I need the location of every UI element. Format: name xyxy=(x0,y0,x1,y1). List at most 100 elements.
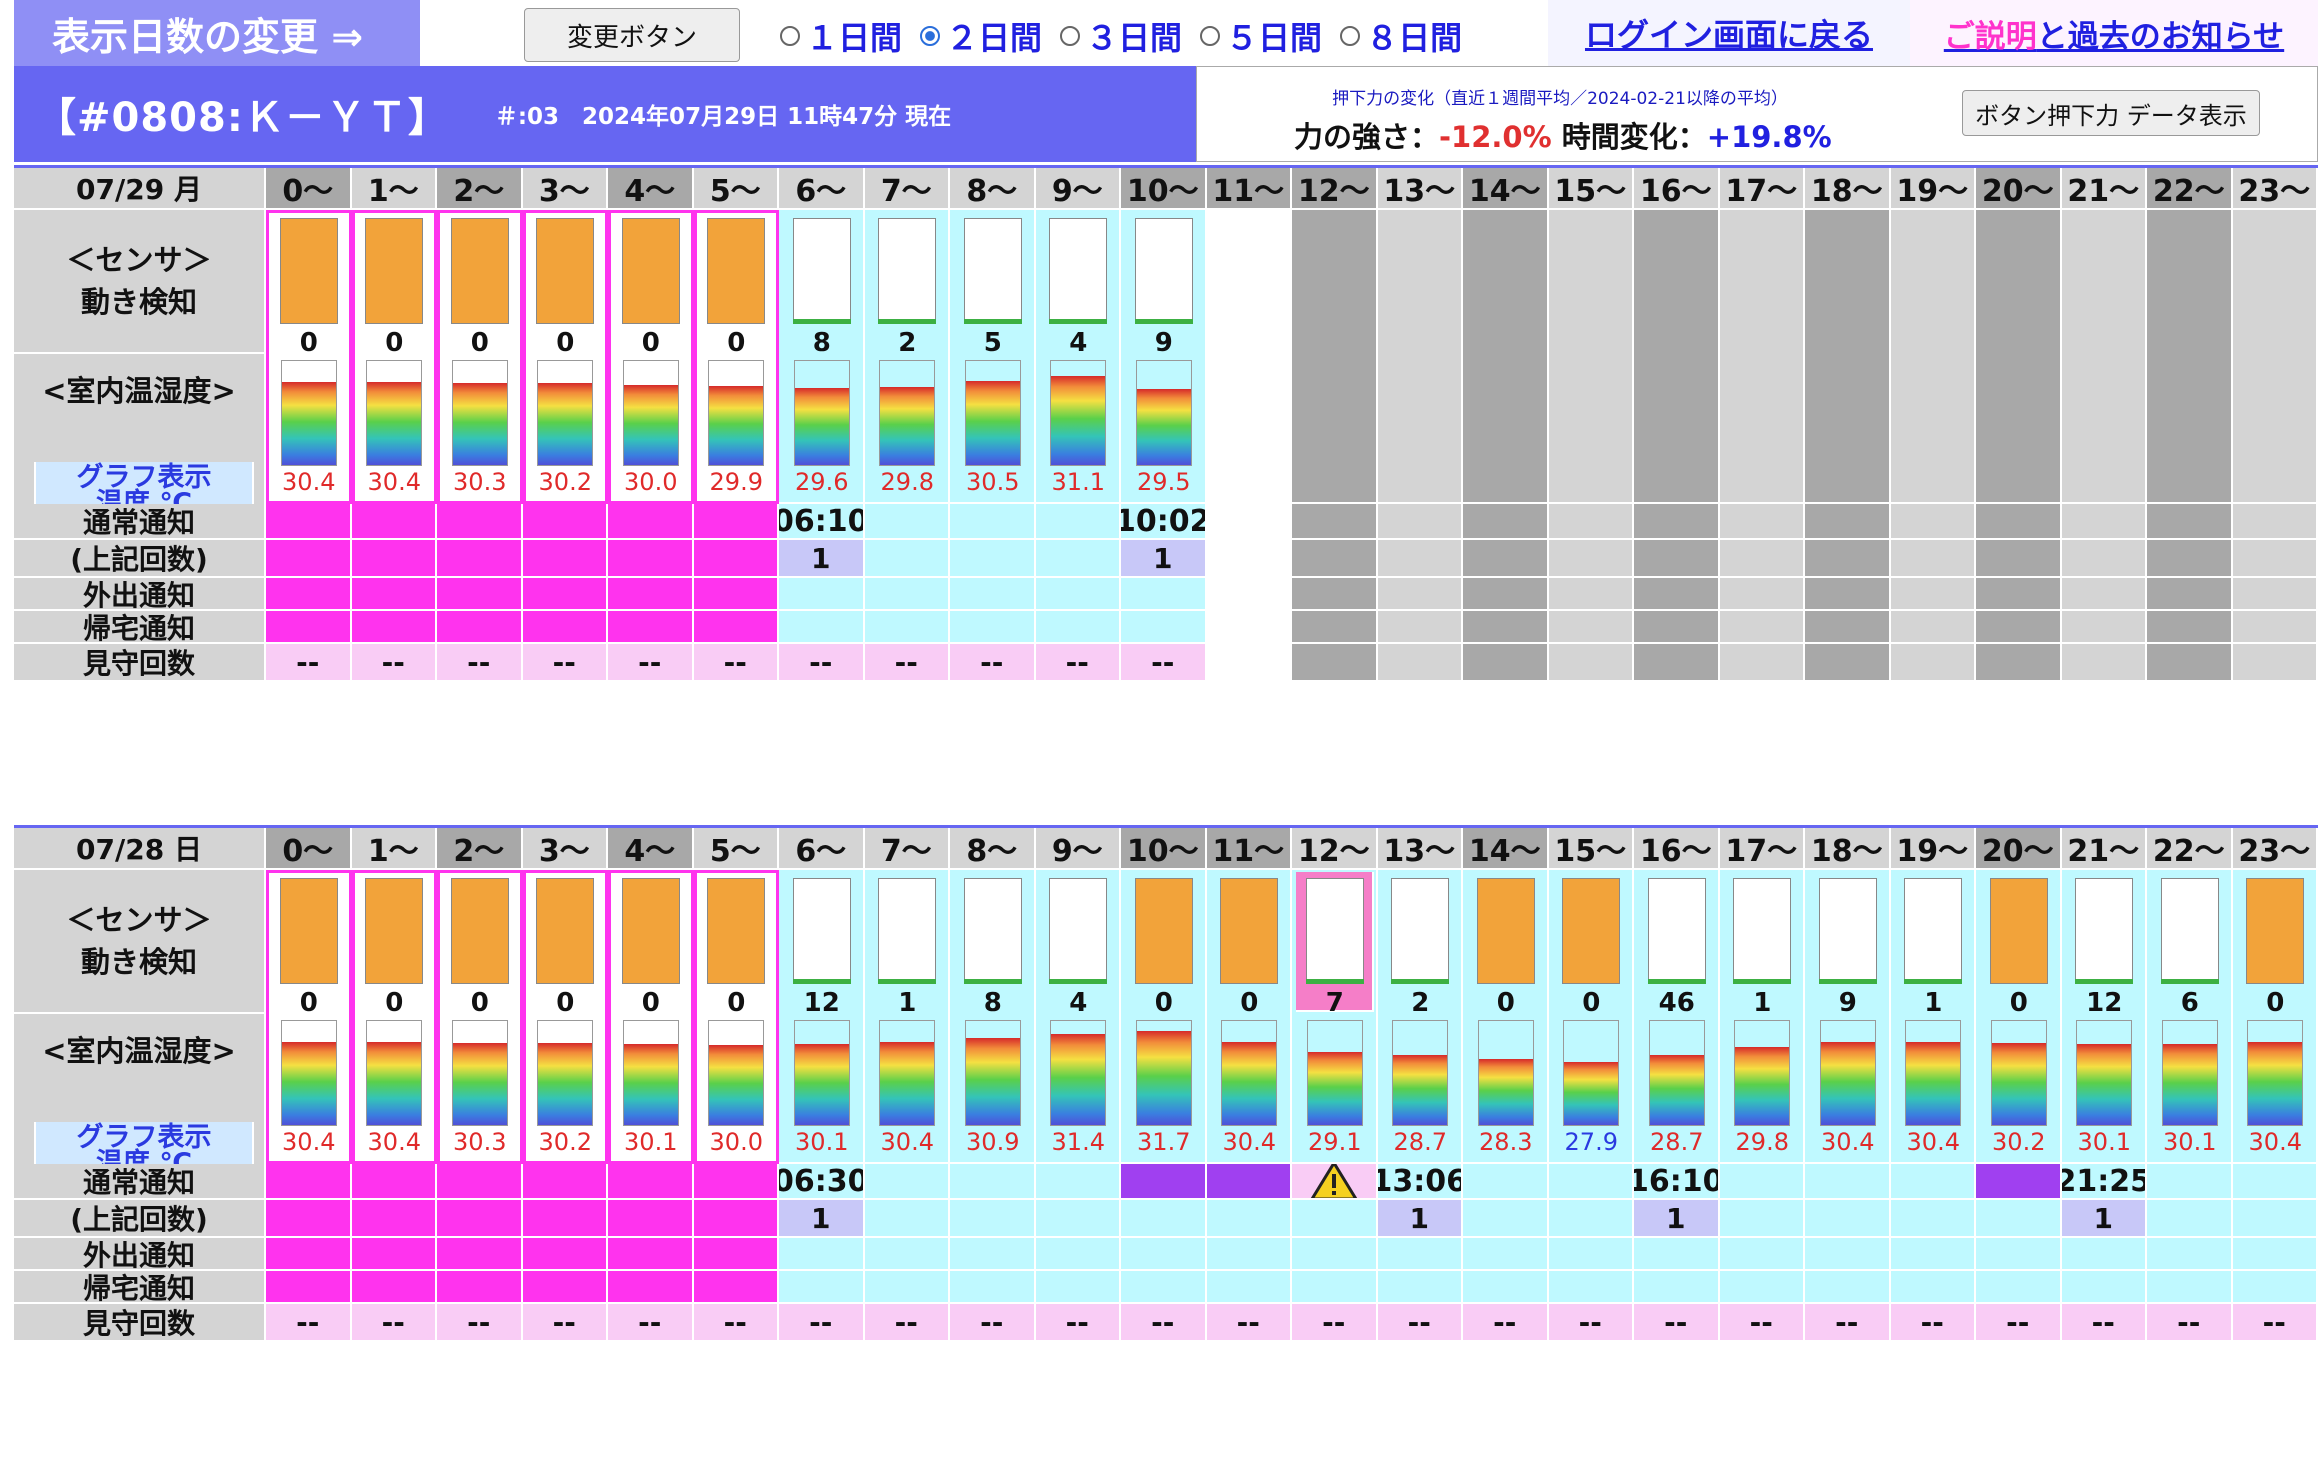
out-cell[interactable] xyxy=(2232,578,2318,611)
home-cell[interactable] xyxy=(2232,1271,2318,1304)
home-cell[interactable] xyxy=(1463,611,1549,644)
out-cell[interactable] xyxy=(1805,578,1891,611)
count-cell[interactable] xyxy=(437,1200,523,1238)
count-cell[interactable] xyxy=(1292,540,1378,578)
normal-cell[interactable] xyxy=(1206,1164,1292,1200)
out-cell[interactable] xyxy=(1377,578,1463,611)
out-cell[interactable] xyxy=(950,578,1036,611)
out-cell[interactable] xyxy=(2061,1238,2147,1271)
out-cell[interactable] xyxy=(608,1238,694,1271)
out-cell[interactable] xyxy=(1463,578,1549,611)
days-option-1[interactable]: １日間 xyxy=(776,13,902,59)
out-cell[interactable] xyxy=(351,1238,437,1271)
normal-cell[interactable] xyxy=(351,1164,437,1200)
change-button[interactable]: 変更ボタン xyxy=(524,8,740,62)
normal-cell[interactable] xyxy=(693,1164,779,1200)
radio-button[interactable] xyxy=(1340,26,1361,46)
out-cell[interactable] xyxy=(1890,578,1976,611)
home-cell[interactable] xyxy=(1634,1271,1720,1304)
count-cell[interactable] xyxy=(1206,540,1292,578)
normal-cell[interactable] xyxy=(1292,504,1378,540)
out-cell[interactable] xyxy=(2147,1238,2233,1271)
count-cell[interactable] xyxy=(1719,1200,1805,1238)
count-cell[interactable] xyxy=(608,540,694,578)
home-cell[interactable] xyxy=(1206,1271,1292,1304)
normal-cell[interactable]: 06:30 xyxy=(779,1164,865,1200)
count-cell[interactable] xyxy=(864,1200,950,1238)
count-cell[interactable] xyxy=(1719,540,1805,578)
out-cell[interactable] xyxy=(1805,1238,1891,1271)
count-cell[interactable] xyxy=(1634,540,1720,578)
normal-cell[interactable] xyxy=(1548,504,1634,540)
out-cell[interactable] xyxy=(1377,1238,1463,1271)
home-cell[interactable] xyxy=(1121,1271,1207,1304)
normal-cell[interactable] xyxy=(864,504,950,540)
out-cell[interactable] xyxy=(1976,1238,2062,1271)
normal-cell[interactable] xyxy=(1463,504,1549,540)
count-cell[interactable] xyxy=(522,1200,608,1238)
out-cell[interactable] xyxy=(864,1238,950,1271)
out-cell[interactable] xyxy=(1292,1238,1378,1271)
count-cell[interactable] xyxy=(1035,1200,1121,1238)
count-cell[interactable] xyxy=(1463,540,1549,578)
radio-button[interactable] xyxy=(920,26,941,46)
out-cell[interactable] xyxy=(2061,578,2147,611)
home-cell[interactable] xyxy=(351,1271,437,1304)
normal-cell[interactable] xyxy=(1890,1164,1976,1200)
normal-cell[interactable]: 21:25 xyxy=(2061,1164,2147,1200)
home-cell[interactable] xyxy=(437,611,523,644)
home-cell[interactable] xyxy=(2232,611,2318,644)
out-cell[interactable] xyxy=(1121,578,1207,611)
count-cell[interactable] xyxy=(1206,1200,1292,1238)
out-cell[interactable] xyxy=(1206,578,1292,611)
home-cell[interactable] xyxy=(266,1271,352,1304)
home-cell[interactable] xyxy=(1463,1271,1549,1304)
out-cell[interactable] xyxy=(1719,578,1805,611)
normal-cell[interactable] xyxy=(1805,504,1891,540)
count-cell[interactable] xyxy=(1377,540,1463,578)
out-cell[interactable] xyxy=(1035,578,1121,611)
normal-cell[interactable] xyxy=(522,504,608,540)
normal-cell[interactable]: 13:06 xyxy=(1377,1164,1463,1200)
normal-cell[interactable] xyxy=(1035,504,1121,540)
count-cell[interactable]: 1 xyxy=(2061,1200,2147,1238)
normal-cell[interactable] xyxy=(1121,1164,1207,1200)
count-cell[interactable] xyxy=(351,540,437,578)
normal-cell[interactable] xyxy=(1035,1164,1121,1200)
count-cell[interactable] xyxy=(1548,540,1634,578)
home-cell[interactable] xyxy=(266,611,352,644)
count-cell[interactable] xyxy=(608,1200,694,1238)
home-cell[interactable] xyxy=(950,611,1036,644)
out-cell[interactable] xyxy=(693,578,779,611)
count-cell[interactable] xyxy=(950,540,1036,578)
count-cell[interactable] xyxy=(950,1200,1036,1238)
count-cell[interactable] xyxy=(1805,1200,1891,1238)
out-cell[interactable] xyxy=(351,578,437,611)
out-cell[interactable] xyxy=(1548,578,1634,611)
count-cell[interactable] xyxy=(437,540,523,578)
normal-cell[interactable] xyxy=(437,1164,523,1200)
normal-cell[interactable] xyxy=(2232,504,2318,540)
home-cell[interactable] xyxy=(1292,1271,1378,1304)
normal-cell[interactable] xyxy=(693,504,779,540)
home-cell[interactable] xyxy=(1377,1271,1463,1304)
home-cell[interactable] xyxy=(1548,1271,1634,1304)
home-cell[interactable] xyxy=(864,611,950,644)
normal-cell[interactable] xyxy=(1206,504,1292,540)
home-cell[interactable] xyxy=(693,1271,779,1304)
days-option-2[interactable]: ２日間 xyxy=(916,13,1042,59)
home-cell[interactable] xyxy=(1805,1271,1891,1304)
count-cell[interactable] xyxy=(2232,1200,2318,1238)
normal-cell[interactable] xyxy=(1292,1164,1378,1200)
count-cell[interactable]: 1 xyxy=(779,540,865,578)
home-cell[interactable] xyxy=(2061,611,2147,644)
normal-cell[interactable]: 16:10 xyxy=(1634,1164,1720,1200)
normal-cell[interactable]: 06:10 xyxy=(779,504,865,540)
home-cell[interactable] xyxy=(1121,611,1207,644)
press-force-data-button[interactable]: ボタン押下力 データ表示 xyxy=(1962,90,2260,136)
home-cell[interactable] xyxy=(1035,1271,1121,1304)
count-cell[interactable] xyxy=(1121,1200,1207,1238)
count-cell[interactable] xyxy=(266,1200,352,1238)
count-cell[interactable] xyxy=(1890,1200,1976,1238)
home-cell[interactable] xyxy=(1206,611,1292,644)
